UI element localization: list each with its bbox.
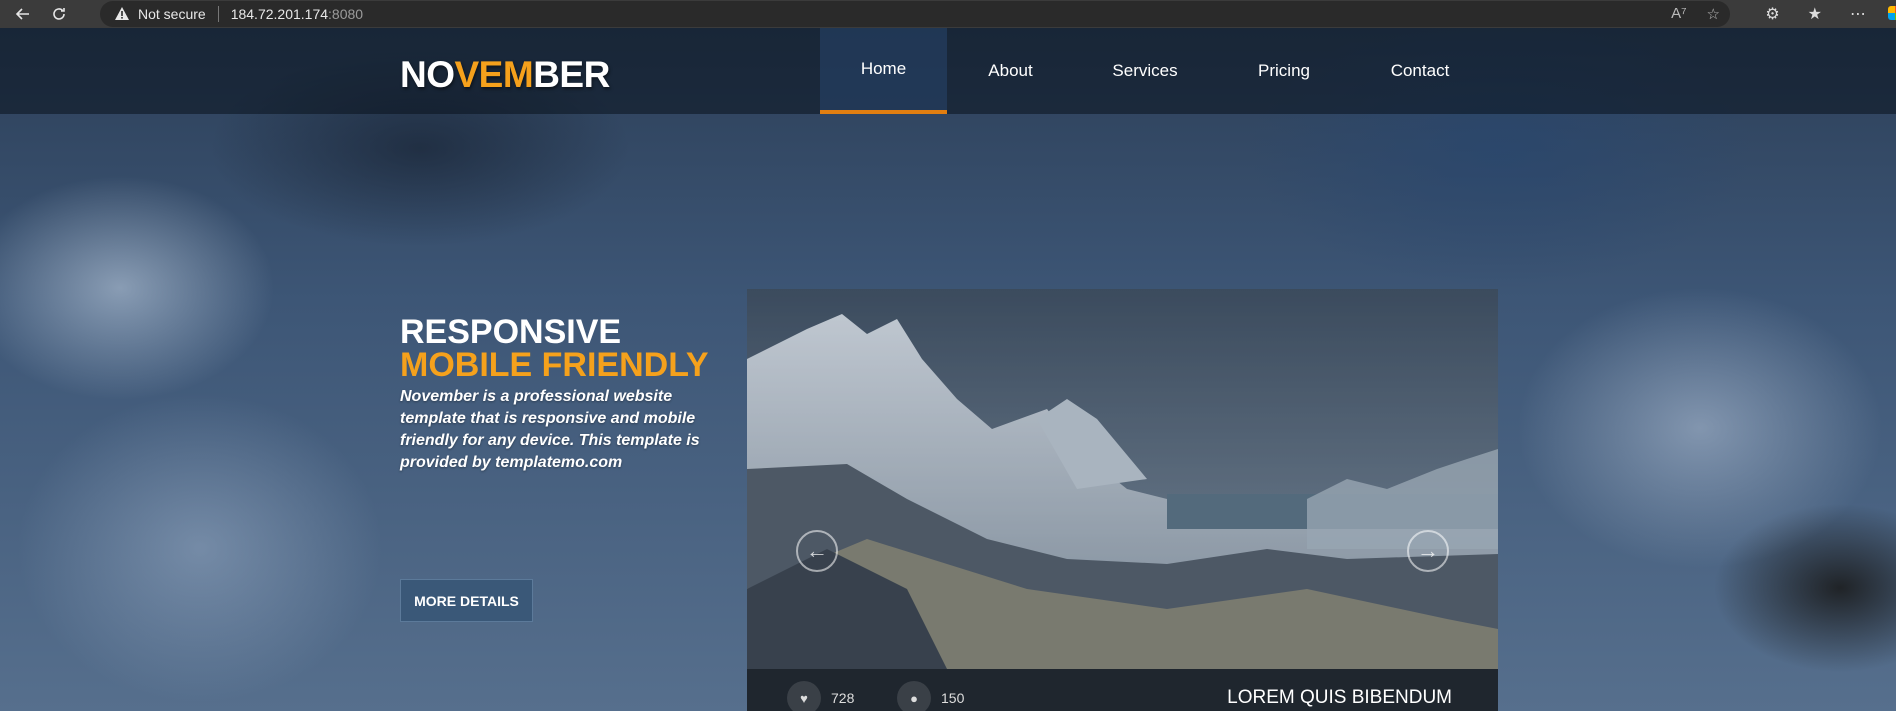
likes-count: 728 (831, 690, 855, 706)
nav-home[interactable]: Home (820, 28, 947, 114)
main-nav: Home About Services Pricing Contact (820, 28, 1488, 114)
nav-about-label: About (988, 61, 1033, 80)
comment-icon[interactable]: ● (897, 681, 931, 711)
slider-next-button[interactable]: → (1407, 530, 1449, 572)
back-icon[interactable] (12, 3, 34, 25)
browser-toolbar: Not secure 184.72.201.174:8080 A⁷ ☆ ⚙ ★ … (0, 0, 1896, 28)
nav-services[interactable]: Services (1074, 28, 1216, 114)
security-label: Not secure (138, 6, 206, 22)
slider-prev-button[interactable]: ← (796, 530, 838, 572)
reload-icon[interactable] (48, 3, 70, 25)
logo-part-1: NO (400, 54, 455, 95)
page-background: NOVEMBER Home About Services Pricing Con… (0, 28, 1896, 711)
warning-icon (115, 7, 129, 20)
comments-stat: ● 150 (897, 681, 964, 711)
likes-stat: ♥ 728 (787, 681, 854, 711)
favorites-icon[interactable]: ★ (1808, 4, 1822, 24)
slider-caption-bar: ♥ 728 ● 150 LOREM QUIS BIBENDUM (747, 669, 1498, 711)
nav-services-label: Services (1112, 61, 1178, 80)
nav-contact-label: Contact (1390, 61, 1450, 80)
extensions-icon[interactable]: ⚙ (1765, 4, 1779, 24)
nav-about[interactable]: About (947, 28, 1074, 114)
url-port: :8080 (328, 6, 364, 22)
address-separator (217, 6, 219, 22)
arrow-left-circle-icon: ← (806, 538, 828, 563)
nav-home-label: Home (860, 59, 907, 78)
heart-icon[interactable]: ♥ (787, 681, 821, 711)
slider-landscape-image (747, 289, 1498, 669)
hero-description: November is a professional website templ… (400, 388, 700, 471)
nav-contact[interactable]: Contact (1352, 28, 1488, 114)
comments-count: 150 (941, 690, 965, 706)
image-slider: ← → ♥ 728 ● 150 LOREM QUIS BIBENDUM (747, 289, 1498, 711)
nav-pricing[interactable]: Pricing (1216, 28, 1352, 114)
arrow-right-circle-icon: → (1417, 538, 1439, 563)
url-host: 184.72.201.174 (230, 6, 329, 22)
address-bar[interactable]: Not secure 184.72.201.174:8080 A⁷ ☆ (100, 1, 1730, 27)
favorite-star-icon[interactable]: ☆ (1707, 5, 1720, 23)
read-aloud-icon[interactable]: A⁷ (1671, 5, 1686, 23)
edge-logo-icon (1888, 6, 1896, 20)
hero-title-line-2: MOBILE FRIENDLY (400, 346, 709, 384)
logo-part-3: BER (533, 54, 610, 95)
more-menu-icon[interactable]: ⋯ (1850, 4, 1866, 24)
nav-pricing-label: Pricing (1258, 61, 1310, 80)
logo-part-2: VEM (454, 54, 534, 95)
slide-caption-title: LOREM QUIS BIBENDUM (1227, 687, 1452, 708)
site-logo[interactable]: NOVEMBER (400, 54, 610, 96)
more-details-button[interactable]: MORE DETAILS (400, 579, 533, 622)
